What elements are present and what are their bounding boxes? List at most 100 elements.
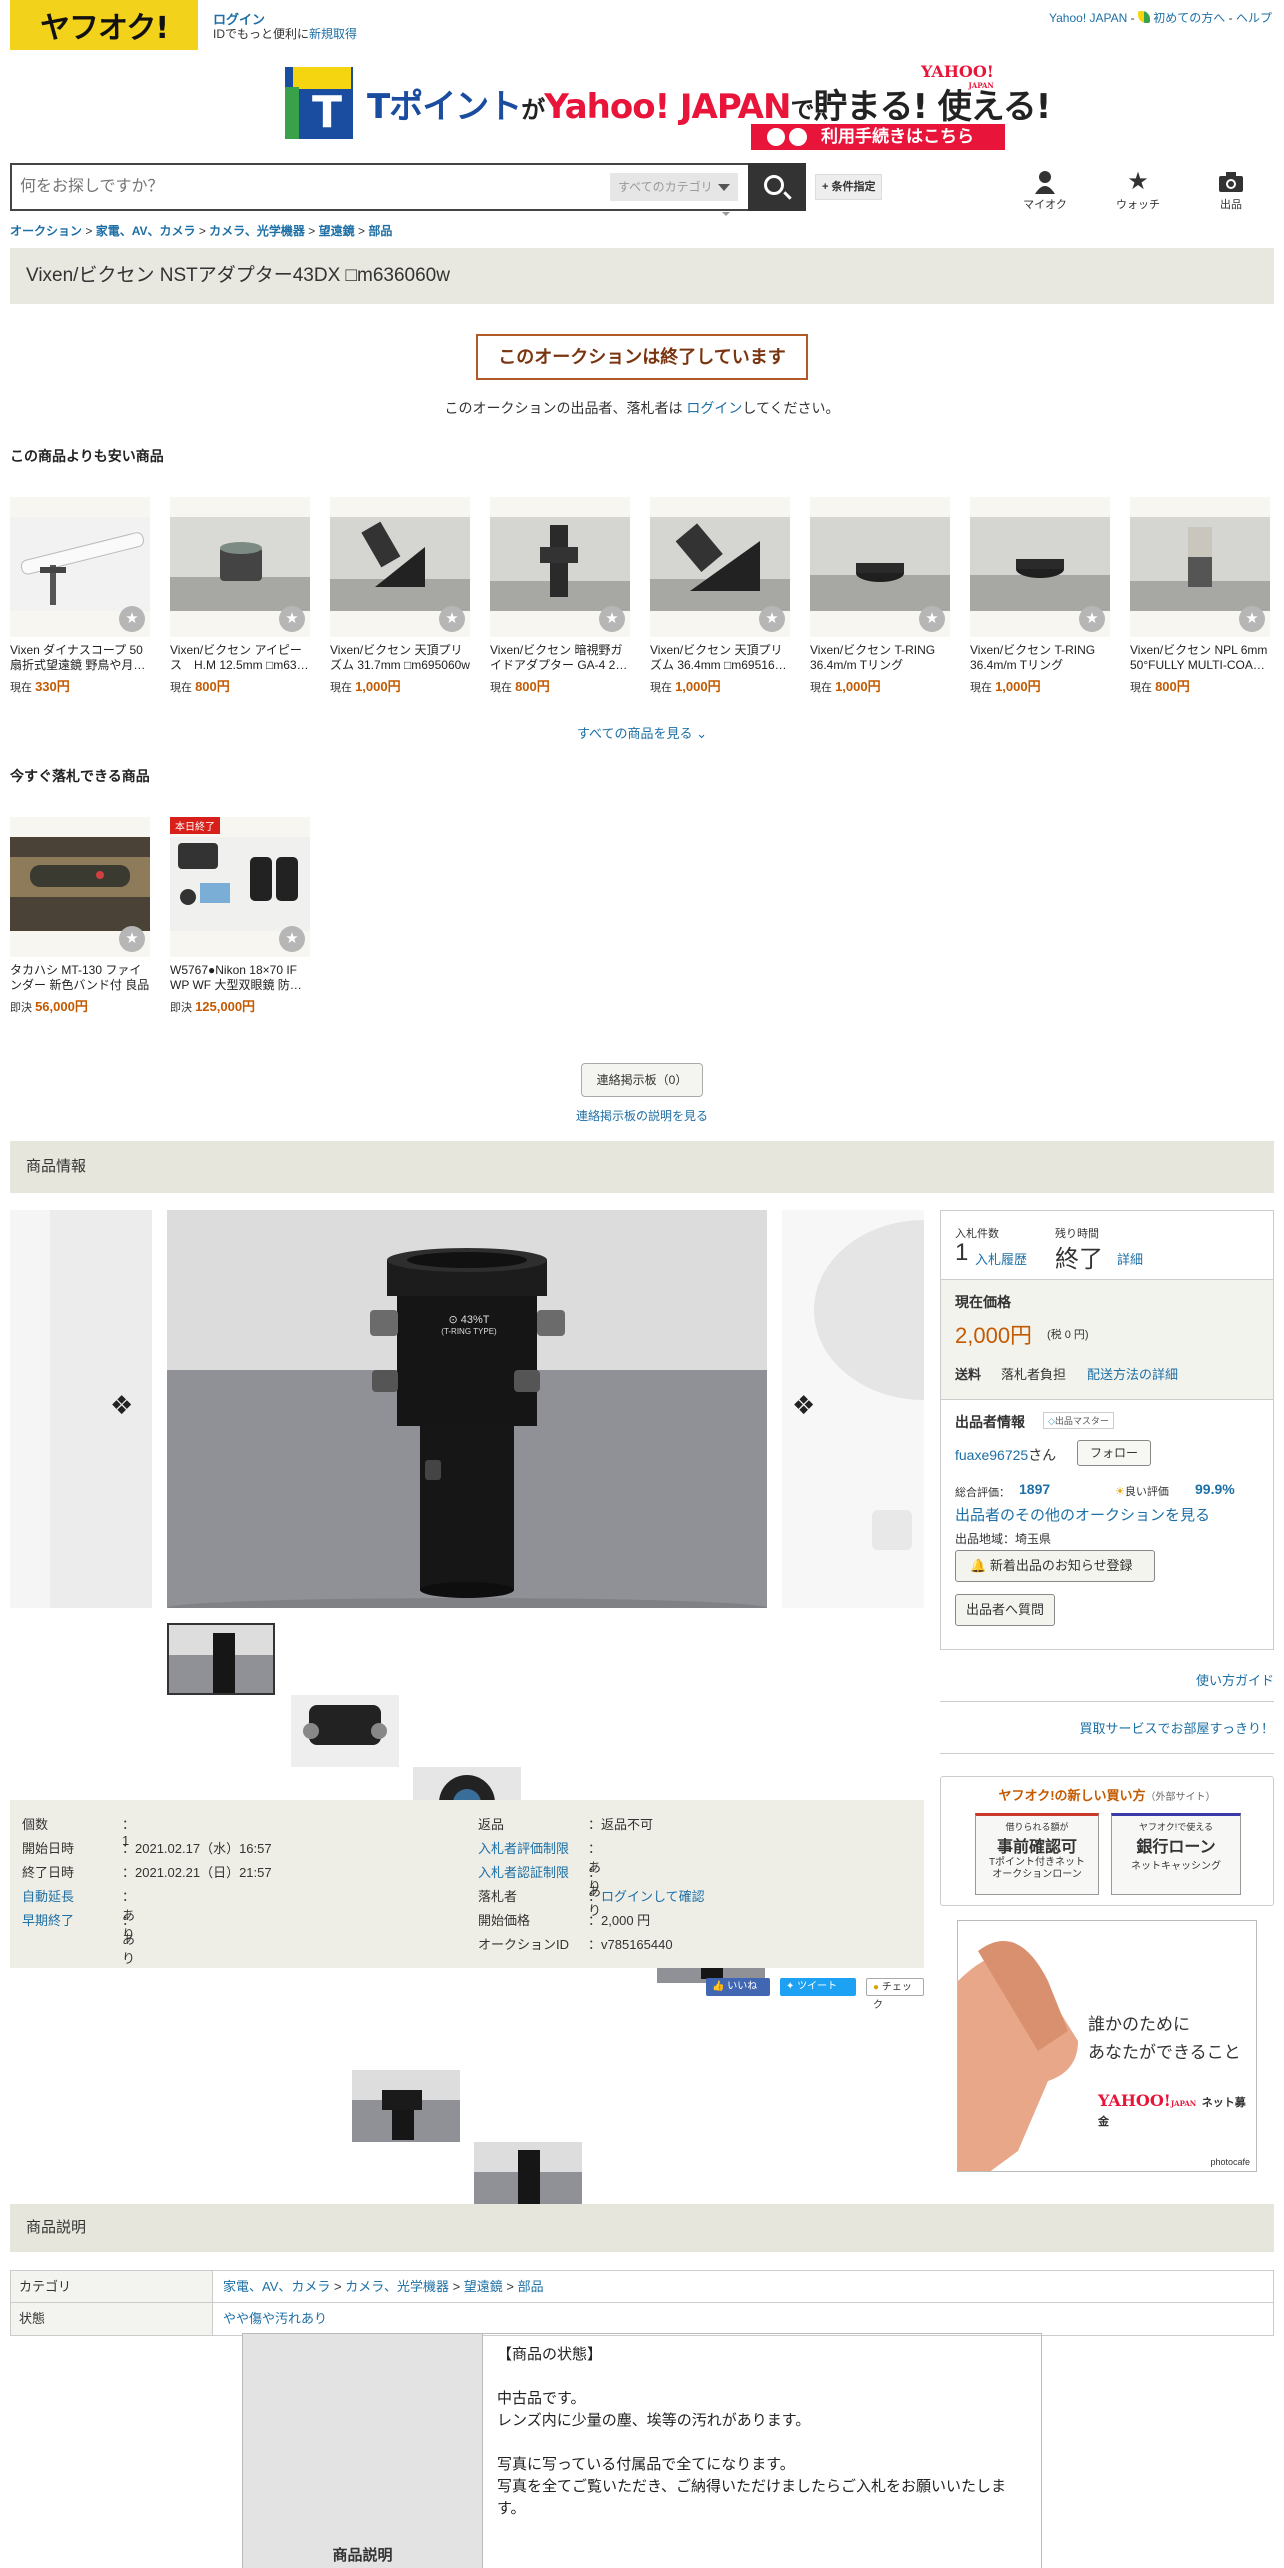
nav-myauction[interactable]: マイオク [1015,168,1075,212]
mixi-check-button[interactable]: ● チェック [866,1978,924,2011]
product-card[interactable]: ★ Vixen/ビクセン T-RING 36.4m/m Tリング □m639… … [970,497,1110,695]
auto-extend-link[interactable]: 自動延長 [22,1886,122,1905]
watch-star-icon[interactable]: ★ [439,606,465,632]
watch-star-icon[interactable]: ★ [119,926,145,952]
main-product-image[interactable]: ⊙ 43%T (T-RING TYPE) [167,1210,767,1608]
product-card[interactable]: ★ Vixen/ビクセン NPL 6mm 50°FULLY MULTI-COA…… [1130,497,1270,695]
search-input[interactable] [20,173,600,201]
watch-star-icon[interactable]: ★ [599,606,625,632]
seller-name-link[interactable]: fuaxe96725 [955,1447,1028,1463]
category-select[interactable]: すべてのカテゴリ [610,173,738,201]
gallery-thumbnail[interactable] [352,2070,460,2142]
gallery-prev-arrow-icon[interactable]: ❖ [110,1390,133,1421]
gallery-next-arrow-icon[interactable]: ❖ [792,1390,815,1421]
bbs-button[interactable]: 連絡掲示板（0） [581,1063,703,1097]
product-card[interactable]: 本日終了 ★ W5767●Nikon 18×70 IF WP WF 大型双眼鏡 防… [170,817,310,1015]
product-card[interactable]: ★ Vixen/ビクセン 暗視野ガイドアダプター GA-4 2… 現在 800円 [490,497,630,695]
condition-button[interactable]: + 条件指定 [815,174,883,200]
product-card[interactable]: ★ タカハシ MT-130 ファインダー 新色バンド付 良品 即決 56,000… [10,817,150,1015]
watch-star-icon[interactable]: ★ [1079,606,1105,632]
product-thumbnail[interactable]: ★ [490,497,630,637]
breadcrumb-item[interactable]: カメラ、光学機器 [209,224,305,238]
breadcrumb-item[interactable]: 家電、AV、カメラ [96,224,196,238]
product-name[interactable]: Vixen ダイナスコープ 50 扇折式望遠鏡 野鳥や月… [10,643,150,673]
other-auctions-link[interactable]: 出品者のその他のオークションを見る [955,1504,1210,1525]
product-card[interactable]: ★ Vixen/ビクセン T-RING 36.4m/m Tリング □m639… … [810,497,950,695]
yahoo-japan-link[interactable]: Yahoo! JAPAN [1049,11,1127,25]
bidder-auth-limit-link[interactable]: 入札者認証制限 [478,1862,588,1881]
breadcrumb-item[interactable]: 部品 [368,224,392,238]
gallery-prev-image[interactable]: ❖ [10,1210,152,1608]
watch-star-icon[interactable]: ★ [279,606,305,632]
watch-star-icon[interactable]: ★ [119,606,145,632]
facebook-like-button[interactable]: 👍 いいね [706,1978,770,1996]
condition-link[interactable]: やや傷や汚れあり [223,2303,327,2335]
tweet-button[interactable]: ✦ ツイート [780,1978,856,1996]
beginner-link[interactable]: 初めての方へ [1153,11,1225,25]
product-thumbnail[interactable]: ★ [810,497,950,637]
watch-star-icon[interactable]: ★ [759,606,785,632]
donation-ad[interactable]: 誰かのために あなたができること YAHOO!JAPAN ネット募金 photoc… [957,1920,1257,2172]
category-link[interactable]: 部品 [518,2279,544,2294]
product-name[interactable]: Vixen/ビクセン 天頂プリズム 31.7mm □m695060w [330,643,470,673]
product-thumbnail[interactable]: ★ [1130,497,1270,637]
winner-login-link[interactable]: ログインして確認 [601,1889,705,1904]
product-card[interactable]: ★ Vixen/ビクセン アイピース H.M 12.5mm □m63… 現在 8… [170,497,310,695]
breadcrumb-item[interactable]: 望遠鏡 [319,224,355,238]
gallery-thumbnail[interactable] [291,1695,399,1767]
search-toggle-arrow-icon[interactable] [722,212,730,216]
category-link[interactable]: 望遠鏡 [464,2279,503,2294]
pre-check-card[interactable]: 借りられる額が 事前確認可 Tポイント付きネット オークションローン [975,1813,1099,1895]
ended-login-link[interactable]: ログイン [686,400,742,416]
breadcrumb-item[interactable]: オークション [10,224,82,238]
product-thumbnail[interactable]: ★ [10,817,150,957]
product-name[interactable]: Vixen/ビクセン NPL 6mm 50°FULLY MULTI-COA… [1130,643,1270,673]
product-card[interactable]: ★ Vixen ダイナスコープ 50 扇折式望遠鏡 野鳥や月… 現在 330円 [10,497,150,695]
notify-button[interactable]: 🔔 新着出品のお知らせ登録 [955,1550,1155,1582]
ask-seller-button[interactable]: 出品者へ質問 [955,1594,1055,1626]
product-thumbnail[interactable]: ★ [170,497,310,637]
category-link[interactable]: 家電、AV、カメラ [223,2279,330,2294]
help-link[interactable]: ヘルプ [1236,11,1272,25]
product-name[interactable]: W5767●Nikon 18×70 IF WP WF 大型双眼鏡 防… [170,963,310,993]
product-thumbnail[interactable]: ★ [10,497,150,637]
follow-button[interactable]: フォロー [1077,1440,1151,1466]
product-thumbnail[interactable]: ★ [970,497,1110,637]
product-thumbnail[interactable]: 本日終了 ★ [170,817,310,957]
banner-cta[interactable]: 利用手続きはこちら [751,124,1005,150]
watch-star-icon[interactable]: ★ [279,926,305,952]
gallery-thumbnail[interactable] [167,1623,275,1695]
category-link[interactable]: カメラ、光学機器 [345,2279,449,2294]
bank-loan-card[interactable]: ヤフオク!で使える 銀行ローン ネットキャッシング [1111,1813,1241,1895]
good-rating-value[interactable]: 99.9% [1195,1481,1235,1497]
bid-history-link[interactable]: 入札履歴 [975,1249,1027,1268]
product-name[interactable]: Vixen/ビクセン 天頂プリズム 36.4mm □m69516… [650,643,790,673]
watch-star-icon[interactable]: ★ [1239,606,1265,632]
gallery-next-image[interactable]: ❖ [782,1210,924,1608]
product-card[interactable]: ★ Vixen/ビクセン 天頂プリズム 31.7mm □m695060w 現在 … [330,497,470,695]
search-button[interactable] [748,163,806,211]
details-link[interactable]: 詳細 [1117,1249,1143,1268]
signup-link[interactable]: 新規取得 [309,27,357,41]
buy-service-link[interactable]: 買取サービスでお部屋すっきり！ [940,1718,1274,1754]
watch-star-icon[interactable]: ★ [919,606,945,632]
product-name[interactable]: Vixen/ビクセン T-RING 36.4m/m Tリング □m639… [810,643,950,673]
product-thumbnail[interactable]: ★ [650,497,790,637]
see-all-link[interactable]: すべての商品を見る ⌄ [0,723,1284,742]
product-card[interactable]: ★ Vixen/ビクセン 天頂プリズム 36.4mm □m69516… 現在 1… [650,497,790,695]
nav-watch[interactable]: ★ ウォッチ [1108,168,1168,212]
product-name[interactable]: タカハシ MT-130 ファインダー 新色バンド付 良品 [10,963,150,993]
usage-guide-link[interactable]: 使い方ガイド [940,1670,1274,1702]
tpoint-banner[interactable]: T TポイントがYahoo! JAPANで貯まる! 使える! YAHOO! JAP… [285,62,1051,150]
shipping-details-link[interactable]: 配送方法の詳細 [1087,1364,1178,1383]
yahuoku-logo[interactable]: ヤフオク! [10,0,198,50]
early-end-link[interactable]: 早期終了 [22,1910,122,1929]
nav-sell[interactable]: 出品 [1201,168,1261,212]
product-name[interactable]: Vixen/ビクセン 暗視野ガイドアダプター GA-4 2… [490,643,630,673]
product-thumbnail[interactable]: ★ [330,497,470,637]
product-name[interactable]: Vixen/ビクセン T-RING 36.4m/m Tリング □m639… [970,643,1110,673]
bidder-rating-limit-link[interactable]: 入札者評価制限 [478,1838,588,1857]
product-name[interactable]: Vixen/ビクセン アイピース H.M 12.5mm □m63… [170,643,310,673]
bbs-help-link[interactable]: 連絡掲示板の説明を見る [0,1107,1284,1124]
rating-value[interactable]: 1897 [1019,1481,1050,1497]
